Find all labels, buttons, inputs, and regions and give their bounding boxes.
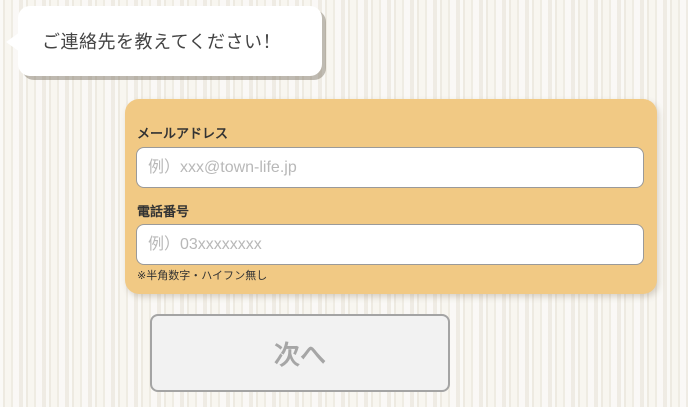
phone-input[interactable]	[136, 224, 644, 265]
phone-label: 電話番号	[137, 205, 190, 220]
email-input[interactable]	[136, 147, 644, 188]
speech-bubble-message: ご連絡先を教えてください！	[42, 32, 282, 53]
phone-format-note: ※半角数字・ハイフン無し	[137, 269, 268, 282]
email-label: メールアドレス	[137, 127, 229, 142]
speech-bubble-body: ご連絡先を教えてください！	[18, 6, 322, 76]
next-button[interactable]: 次へ	[150, 314, 450, 392]
contact-form-card: メールアドレス 電話番号 ※半角数字・ハイフン無し	[125, 99, 657, 294]
